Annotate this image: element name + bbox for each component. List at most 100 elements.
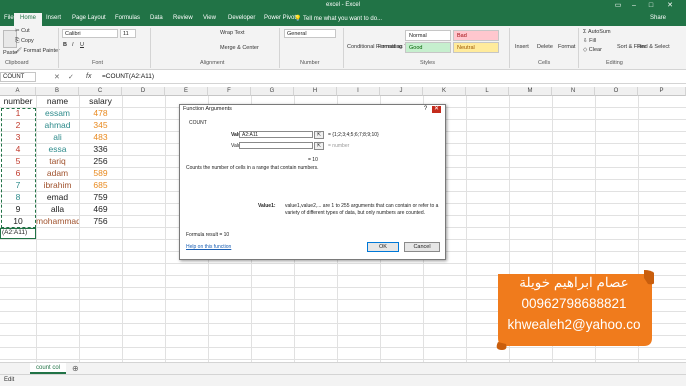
column-header-e[interactable]: E: [165, 87, 208, 96]
active-edit-cell[interactable]: (A2:A11): [0, 228, 36, 239]
table-cell[interactable]: 1: [0, 108, 36, 118]
table-cell[interactable]: 256: [79, 156, 122, 166]
table-cell[interactable]: 6: [0, 168, 36, 178]
delete-cells-button[interactable]: Delete: [537, 44, 553, 50]
bold-button[interactable]: B: [63, 42, 67, 48]
format-painter-button[interactable]: 🖌 Format Painter: [15, 48, 60, 54]
copy-button[interactable]: ⎘ Copy: [15, 38, 34, 45]
style-bad[interactable]: Bad: [453, 30, 499, 41]
table-cell[interactable]: 5: [0, 156, 36, 166]
column-header-a[interactable]: A: [0, 87, 36, 96]
column-header-c[interactable]: C: [79, 87, 122, 96]
font-size-select[interactable]: 11: [120, 29, 136, 38]
style-good[interactable]: Good: [405, 42, 451, 53]
autosum-button[interactable]: Σ AutoSum: [583, 29, 611, 35]
header-cell-salary[interactable]: salary: [79, 96, 122, 106]
ribbon-options-icon[interactable]: ▭: [612, 1, 624, 11]
minimize-icon[interactable]: –: [628, 1, 640, 11]
tab-developer[interactable]: Developer: [228, 15, 255, 21]
table-cell[interactable]: 3: [0, 132, 36, 142]
confirm-entry-icon[interactable]: ✓: [68, 73, 74, 81]
cancel-button[interactable]: Cancel: [404, 242, 440, 252]
name-box[interactable]: COUNT: [0, 72, 36, 82]
column-header-n[interactable]: N: [552, 87, 595, 96]
tab-power-pivot[interactable]: Power Pivot: [264, 15, 296, 21]
help-icon[interactable]: ?: [421, 106, 430, 113]
style-normal[interactable]: Normal: [405, 30, 451, 41]
column-header-m[interactable]: M: [509, 87, 552, 96]
ok-button[interactable]: OK: [367, 242, 399, 252]
table-cell[interactable]: 469: [79, 204, 122, 214]
cut-button[interactable]: ✂ Cut: [15, 28, 30, 34]
column-header-i[interactable]: I: [337, 87, 380, 96]
number-format-select[interactable]: General: [284, 29, 336, 38]
fill-button[interactable]: ⇩ Fill: [583, 38, 596, 44]
column-header-d[interactable]: D: [122, 87, 165, 96]
table-cell[interactable]: 4: [0, 144, 36, 154]
column-header-j[interactable]: J: [380, 87, 423, 96]
table-cell[interactable]: 685: [79, 180, 122, 190]
style-neutral[interactable]: Neutral: [453, 42, 499, 53]
tab-view[interactable]: View: [203, 15, 216, 21]
column-header-h[interactable]: H: [294, 87, 337, 96]
tab-page-layout[interactable]: Page Layout: [72, 15, 106, 21]
wrap-text-button[interactable]: Wrap Text: [220, 30, 245, 36]
underline-button[interactable]: U: [80, 42, 84, 48]
header-cell-number[interactable]: number: [0, 96, 36, 106]
merge-center-button[interactable]: Merge & Center: [220, 45, 259, 51]
value1-input[interactable]: A2:A11: [239, 131, 313, 138]
insert-cells-button[interactable]: Insert: [515, 44, 529, 50]
table-cell[interactable]: 2: [0, 120, 36, 130]
collapse-dialog-icon[interactable]: ⇱: [314, 142, 324, 150]
add-sheet-icon[interactable]: ⊕: [72, 364, 79, 373]
column-header-k[interactable]: K: [423, 87, 466, 96]
table-cell[interactable]: 345: [79, 120, 122, 130]
table-cell[interactable]: 759: [79, 192, 122, 202]
table-cell[interactable]: 9: [0, 204, 36, 214]
table-cell[interactable]: 478: [79, 108, 122, 118]
column-header-p[interactable]: P: [638, 87, 686, 96]
tab-data[interactable]: Data: [150, 15, 163, 21]
table-cell[interactable]: 336: [79, 144, 122, 154]
table-cell[interactable]: 756: [79, 216, 122, 226]
tab-home[interactable]: Home: [14, 13, 43, 26]
maximize-icon[interactable]: □: [645, 1, 657, 11]
table-cell[interactable]: 8: [0, 192, 36, 202]
table-cell[interactable]: 10: [0, 216, 36, 226]
table-cell[interactable]: 483: [79, 132, 122, 142]
tab-formulas[interactable]: Formulas: [115, 15, 140, 21]
dialog-close-icon[interactable]: ✕: [432, 106, 441, 113]
insert-function-icon[interactable]: fx: [86, 73, 91, 80]
column-header-b[interactable]: B: [36, 87, 79, 96]
column-header-f[interactable]: F: [208, 87, 251, 96]
close-icon[interactable]: ✕: [664, 1, 676, 11]
column-header-o[interactable]: O: [595, 87, 638, 96]
column-header-l[interactable]: L: [466, 87, 509, 96]
table-cell[interactable]: ibrahim: [36, 180, 79, 190]
format-cells-button[interactable]: Format: [558, 44, 575, 50]
table-cell[interactable]: 589: [79, 168, 122, 178]
table-cell[interactable]: ali: [36, 132, 79, 142]
table-cell[interactable]: emad: [36, 192, 79, 202]
table-cell[interactable]: alla: [36, 204, 79, 214]
table-cell[interactable]: ahmad: [36, 120, 79, 130]
tell-me-search[interactable]: 💡 Tell me what you want to do...: [294, 15, 382, 22]
column-header-g[interactable]: G: [251, 87, 294, 96]
table-cell[interactable]: 7: [0, 180, 36, 190]
clear-button[interactable]: ◇ Clear: [583, 47, 602, 53]
table-cell[interactable]: essa: [36, 144, 79, 154]
collapse-dialog-icon[interactable]: ⇱: [314, 131, 324, 139]
find-select-button[interactable]: Find & Select: [637, 44, 670, 50]
cancel-entry-icon[interactable]: ✕: [54, 73, 60, 81]
value2-input[interactable]: [239, 142, 313, 149]
table-cell[interactable]: mohammad: [36, 216, 79, 226]
header-cell-name[interactable]: name: [36, 96, 79, 106]
tab-review[interactable]: Review: [173, 15, 193, 21]
help-on-function-link[interactable]: Help on this function: [186, 244, 231, 250]
tab-insert[interactable]: Insert: [46, 15, 61, 21]
table-cell[interactable]: adam: [36, 168, 79, 178]
table-cell[interactable]: tariq: [36, 156, 79, 166]
sheet-tab-count-col[interactable]: count col: [30, 363, 66, 374]
font-name-select[interactable]: Calibri: [62, 29, 118, 38]
formula-input[interactable]: =COUNT(A2:A11): [102, 73, 154, 80]
